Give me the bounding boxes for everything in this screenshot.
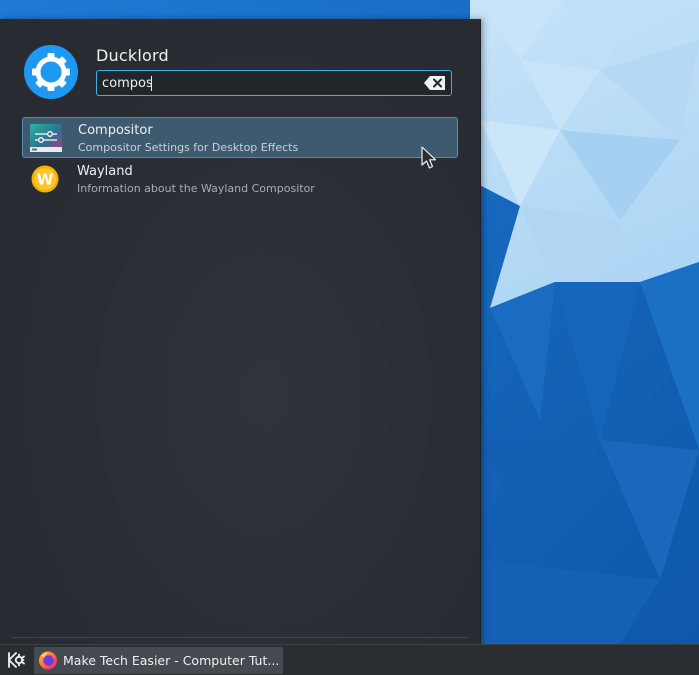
- mouse-pointer-icon: [421, 146, 437, 169]
- taskbar-task-label: Make Tech Easier - Computer Tut...: [63, 653, 280, 668]
- user-avatar-icon[interactable]: [23, 44, 79, 100]
- search-input[interactable]: [97, 71, 417, 95]
- compositor-settings-icon: [30, 124, 62, 152]
- taskbar: Make Tech Easier - Computer Tut...: [0, 644, 699, 675]
- application-launcher: Ducklord Compositor: [0, 19, 481, 644]
- text-caret: [151, 76, 152, 91]
- clear-search-icon[interactable]: [423, 74, 447, 92]
- taskbar-task-firefox[interactable]: Make Tech Easier - Computer Tut...: [34, 647, 283, 674]
- result-subtitle: Compositor Settings for Desktop Effects: [78, 141, 299, 154]
- user-name: Ducklord: [96, 46, 169, 65]
- launcher-divider: [11, 637, 469, 638]
- wayland-icon: W: [31, 165, 59, 193]
- result-item-compositor[interactable]: Compositor Compositor Settings for Deskt…: [22, 117, 458, 158]
- result-subtitle: Information about the Wayland Compositor: [77, 182, 315, 195]
- result-title: Wayland: [77, 164, 133, 179]
- search-box[interactable]: [96, 70, 452, 96]
- kde-logo-icon[interactable]: [4, 649, 26, 671]
- result-item-wayland[interactable]: W Wayland Information about the Wayland …: [22, 159, 458, 200]
- result-title: Compositor: [78, 123, 153, 138]
- svg-text:W: W: [37, 171, 54, 189]
- firefox-icon: [39, 651, 57, 670]
